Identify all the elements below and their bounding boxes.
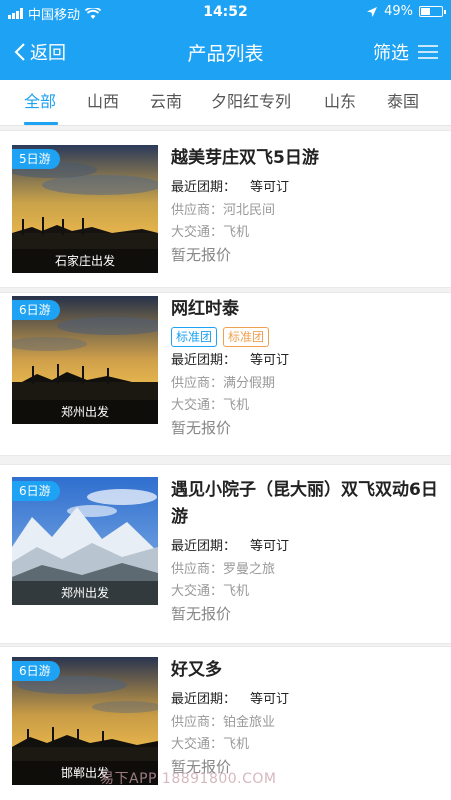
tab-yunnan[interactable]: 云南 xyxy=(150,80,182,126)
price-label: 暂无报价 xyxy=(171,246,232,264)
product-title: 遇见小院子（昆大丽）双飞双动6日游 xyxy=(171,480,438,527)
price-label: 暂无报价 xyxy=(171,605,232,623)
transport-row: 大交通：飞机 xyxy=(171,581,443,603)
top-bar: 中国移动 14:52 49% 返回 产品列表 筛选 xyxy=(0,0,451,80)
tab-all[interactable]: 全部 xyxy=(24,80,56,126)
departure-label: 石家庄出发 xyxy=(12,249,158,273)
supplier-row: 供应商：罗曼之旅 xyxy=(171,559,443,581)
product-info: 好又多 最近团期： 等可订 供应商：铂金旅业 大交通：飞机 暂无报价 xyxy=(171,657,443,778)
transport-row: 大交通：飞机 xyxy=(171,734,443,756)
latest-label: 最近团期： xyxy=(171,180,237,195)
tag-group: 标准团 标准团 xyxy=(171,327,443,347)
category-tabs: 全部 山西 云南 夕阳红专列 山东 泰国 xyxy=(0,80,451,126)
filter-label: 筛选 xyxy=(373,43,409,64)
battery-icon xyxy=(419,6,446,17)
latest-value: 等可订 xyxy=(250,692,290,707)
supplier-value: 满分假期 xyxy=(223,376,276,391)
latest-value: 等可订 xyxy=(250,539,290,554)
latest-label: 最近团期： xyxy=(171,539,237,554)
tab-thailand[interactable]: 泰国 xyxy=(387,80,419,126)
product-title: 网红时泰 xyxy=(171,299,239,319)
active-tab-indicator xyxy=(24,122,58,125)
supplier-row: 供应商：河北民间 xyxy=(171,200,443,222)
watermark-text: 易下APP 18891800.COM xyxy=(100,771,277,787)
supplier-label: 供应商： xyxy=(171,203,224,218)
location-icon xyxy=(367,6,378,17)
latest-date-row: 最近团期： 等可订 xyxy=(171,176,443,200)
departure-label: 郑州出发 xyxy=(12,400,158,424)
product-title: 好又多 xyxy=(171,660,222,680)
product-card[interactable]: 6日游 郑州出发 遇见小院子（昆大丽）双飞双动6日游 最近团期： 等可订 供应商：… xyxy=(0,464,451,644)
product-thumbnail: 5日游 石家庄出发 xyxy=(12,145,158,273)
tab-shanxi[interactable]: 山西 xyxy=(87,80,119,126)
latest-date-row: 最近团期： 等可订 xyxy=(171,349,443,373)
transport-value: 飞机 xyxy=(223,398,250,413)
tag-standard-group: 标准团 xyxy=(171,327,218,347)
product-info: 遇见小院子（昆大丽）双飞双动6日游 最近团期： 等可订 供应商：罗曼之旅 大交通：… xyxy=(171,477,443,625)
duration-badge: 6日游 xyxy=(12,300,60,320)
latest-date-row: 最近团期： 等可订 xyxy=(171,688,443,712)
supplier-value: 铂金旅业 xyxy=(223,715,276,730)
supplier-value: 罗曼之旅 xyxy=(223,562,276,577)
transport-label: 大交通： xyxy=(171,584,224,599)
supplier-label: 供应商： xyxy=(171,562,224,577)
supplier-row: 供应商：铂金旅业 xyxy=(171,712,443,734)
battery-percent: 49% xyxy=(384,4,413,19)
product-info: 网红时泰 标准团 标准团 最近团期： 等可订 供应商：满分假期 大交通：飞机 暂无… xyxy=(171,296,443,439)
product-thumbnail: 6日游 郑州出发 xyxy=(12,296,158,424)
transport-value: 飞机 xyxy=(223,225,250,240)
product-thumbnail: 6日游 郑州出发 xyxy=(12,477,158,605)
tab-sunset-train[interactable]: 夕阳红专列 xyxy=(211,80,291,126)
transport-label: 大交通： xyxy=(171,737,224,752)
supplier-row: 供应商：满分假期 xyxy=(171,373,443,395)
supplier-label: 供应商： xyxy=(171,376,224,391)
supplier-label: 供应商： xyxy=(171,715,224,730)
tag-standard-group: 标准团 xyxy=(223,327,270,347)
product-card[interactable]: 6日游 郑州出发 网红时泰 标准团 标准团 最近团期： 等可订 供应商：满分假期 … xyxy=(0,292,451,456)
status-bar: 中国移动 14:52 49% xyxy=(0,0,451,26)
latest-date-row: 最近团期： 等可订 xyxy=(171,535,443,559)
menu-icon xyxy=(418,45,438,59)
supplier-value: 河北民间 xyxy=(223,203,276,218)
departure-label: 郑州出发 xyxy=(12,581,158,605)
transport-label: 大交通： xyxy=(171,225,224,240)
latest-value: 等可订 xyxy=(250,180,290,195)
transport-row: 大交通：飞机 xyxy=(171,395,443,417)
transport-value: 飞机 xyxy=(223,737,250,752)
latest-label: 最近团期： xyxy=(171,353,237,368)
transport-value: 飞机 xyxy=(223,584,250,599)
filter-button[interactable]: 筛选 xyxy=(373,39,439,65)
price-label: 暂无报价 xyxy=(171,419,232,437)
transport-label: 大交通： xyxy=(171,398,224,413)
product-card[interactable]: 5日游 石家庄出发 越美芽庄双飞5日游 最近团期： 等可订 供应商：河北民间 大交… xyxy=(0,130,451,288)
transport-row: 大交通：飞机 xyxy=(171,222,443,244)
battery-fill xyxy=(421,8,430,15)
duration-badge: 5日游 xyxy=(12,149,60,169)
latest-value: 等可订 xyxy=(250,353,290,368)
product-info: 越美芽庄双飞5日游 最近团期： 等可订 供应商：河北民间 大交通：飞机 暂无报价 xyxy=(171,145,443,266)
product-thumbnail: 6日游 邯郸出发 xyxy=(12,657,158,785)
duration-badge: 6日游 xyxy=(12,661,60,681)
tab-shandong[interactable]: 山东 xyxy=(324,80,356,126)
latest-label: 最近团期： xyxy=(171,692,237,707)
product-title: 越美芽庄双飞5日游 xyxy=(171,148,319,168)
nav-bar: 返回 产品列表 筛选 xyxy=(0,26,451,80)
duration-badge: 6日游 xyxy=(12,481,60,501)
